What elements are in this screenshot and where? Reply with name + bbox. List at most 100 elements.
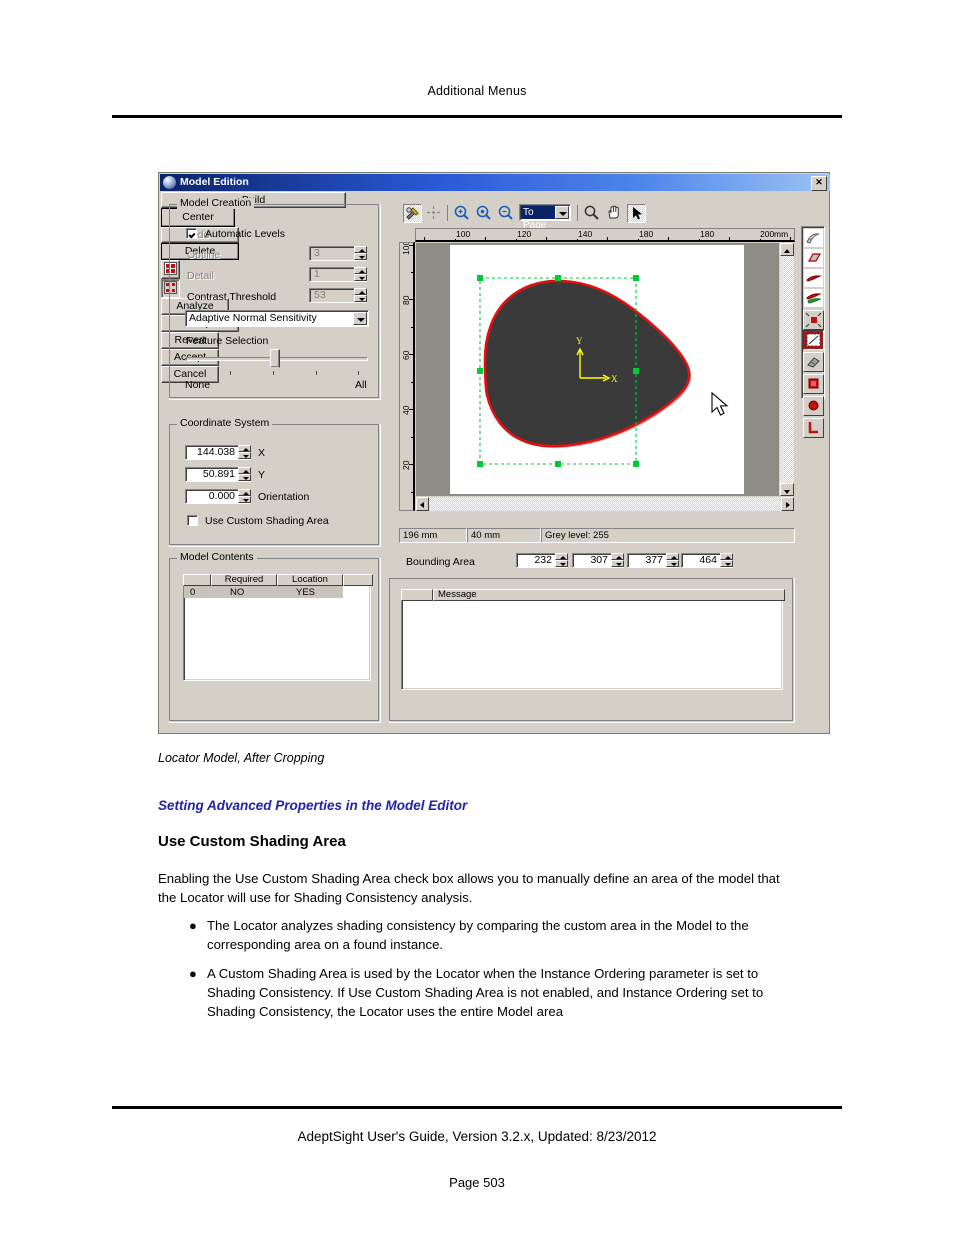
scroll-up-arrow-icon[interactable] — [780, 243, 794, 256]
bounding-area-value-1[interactable]: 232 — [516, 553, 555, 568]
use-custom-shading-area-checkbox[interactable] — [187, 515, 198, 526]
dialog-client-area: Model Creation Automatic Levels Outline … — [161, 192, 829, 733]
chevron-down-icon[interactable] — [353, 312, 367, 325]
coord-x-spin-arrows[interactable] — [238, 445, 251, 460]
crosshair-icon[interactable] — [425, 204, 444, 223]
bounding-area-value-3[interactable]: 377 — [627, 553, 666, 568]
arrow-select-icon[interactable] — [627, 204, 646, 223]
bounding-area-field-2[interactable]: 307 — [572, 553, 624, 568]
selection-marquee-icon[interactable] — [803, 330, 824, 350]
model-edition-dialog: Model Edition ✕ Model Creation Automatic… — [158, 172, 830, 734]
messages-col-0[interactable] — [401, 589, 433, 601]
scroll-left-arrow-icon[interactable] — [416, 497, 429, 511]
coord-x-stepper[interactable]: 144.038 — [185, 445, 251, 460]
coord-y-spin-arrows[interactable] — [238, 467, 251, 482]
messages-list[interactable]: Message — [401, 589, 785, 690]
model-contents-list[interactable]: Required Location 0 NO YES — [183, 574, 373, 681]
bounding-area-spin-4[interactable] — [720, 553, 733, 568]
red-solid-shape-icon[interactable] — [803, 268, 824, 288]
coord-y-label: Y — [258, 469, 266, 481]
hand-pan-icon[interactable] — [605, 204, 624, 223]
list-item-text: The Locator analyzes shading consistency… — [207, 918, 749, 952]
resize-handles-icon[interactable] — [803, 310, 824, 330]
orientation-value[interactable]: 0.000 — [185, 489, 238, 504]
tools-icon[interactable] — [403, 204, 422, 223]
messages-col-message[interactable]: Message — [433, 589, 785, 601]
orientation-label: Orientation — [258, 491, 310, 503]
coord-y-stepper[interactable]: 50.891 — [185, 467, 251, 482]
model-shape-svg: Y X — [477, 275, 729, 467]
coord-y-value[interactable]: 50.891 — [185, 467, 238, 482]
bounding-area-value-4[interactable]: 464 — [681, 553, 720, 568]
zoom-in-icon[interactable] — [453, 204, 472, 223]
canvas-vertical-scrollbar[interactable] — [780, 243, 794, 496]
row-location: YES — [296, 587, 316, 598]
model-contents-col-location[interactable]: Location — [277, 574, 343, 586]
contrast-threshold-spin-arrows[interactable] — [354, 288, 367, 303]
fit-mode-chevron-down-icon[interactable] — [555, 206, 569, 219]
contrast-threshold-stepper[interactable]: 53 — [309, 288, 367, 303]
shape-with-shadow-icon[interactable] — [803, 288, 824, 308]
coordinate-system-group-label: Coordinate System — [177, 418, 273, 429]
coord-x-label: X — [258, 447, 266, 459]
feature-selection-label: Feature Selection — [186, 335, 269, 347]
detail-spin-arrows[interactable] — [354, 267, 367, 282]
parallelogram-icon[interactable] — [803, 248, 824, 268]
freehand-shape-icon[interactable] — [803, 228, 824, 248]
detail-stepper[interactable]: 1 — [309, 267, 367, 282]
bounding-area-spin-3[interactable] — [666, 553, 679, 568]
bullet-list: ● The Locator analyzes shading consisten… — [185, 916, 800, 1031]
bullet-dot-icon: ● — [189, 918, 197, 933]
model-contents-col-3[interactable] — [343, 574, 373, 586]
outline-spin-arrows[interactable] — [354, 246, 367, 261]
bounding-area-spin-2[interactable] — [611, 553, 624, 568]
zoom-out-icon[interactable] — [497, 204, 516, 223]
orientation-stepper[interactable]: 0.000 — [185, 489, 251, 504]
detail-value[interactable]: 1 — [309, 267, 354, 282]
bullet-dot-icon: ● — [189, 966, 197, 981]
scroll-right-arrow-icon[interactable] — [781, 497, 794, 511]
close-icon[interactable]: ✕ — [811, 176, 827, 191]
row-index: 0 — [190, 587, 196, 598]
scroll-down-arrow-icon[interactable] — [780, 483, 794, 496]
use-custom-shading-area-label: Use Custom Shading Area — [205, 515, 329, 527]
model-contents-col-0[interactable] — [183, 574, 211, 586]
fit-mode-dropdown[interactable]: To Page — [519, 204, 571, 231]
table-row[interactable]: 0 NO YES — [184, 586, 343, 598]
slider-min-label: None — [185, 379, 211, 391]
list-item: ● The Locator analyzes shading consisten… — [185, 916, 800, 954]
outline-stepper[interactable]: 3 — [309, 246, 367, 261]
automatic-levels-checkbox[interactable] — [186, 228, 197, 239]
horizontal-ruler: 100 120 140 180 180 200 mm — [415, 228, 795, 242]
eraser-icon[interactable] — [803, 352, 824, 372]
sensitivity-dropdown[interactable]: Adaptive Normal Sensitivity — [185, 310, 369, 327]
automatic-levels-label: Automatic Levels — [205, 228, 285, 240]
canvas-horizontal-scrollbar[interactable] — [416, 497, 794, 511]
axis-y-label: Y — [576, 336, 583, 346]
app-logo-icon — [163, 176, 176, 189]
circle-region-icon[interactable] — [803, 396, 824, 416]
magnifier-icon[interactable] — [583, 204, 602, 223]
orientation-spin-arrows[interactable] — [238, 489, 251, 504]
toolbar-separator-2 — [577, 205, 578, 221]
outline-value[interactable]: 3 — [309, 246, 354, 261]
coord-x-value[interactable]: 144.038 — [185, 445, 238, 460]
zoom-actual-icon[interactable] — [475, 204, 494, 223]
slider-max-label: All — [355, 379, 367, 391]
sensitivity-value: Adaptive Normal Sensitivity — [189, 312, 317, 324]
bounding-area-field-1[interactable]: 232 — [516, 553, 568, 568]
feature-selection-slider-thumb[interactable] — [270, 349, 280, 373]
contrast-threshold-value[interactable]: 53 — [309, 288, 354, 303]
toolbar-separator — [447, 205, 448, 221]
bounding-area-field-3[interactable]: 377 — [627, 553, 679, 568]
model-contents-col-required[interactable]: Required — [211, 574, 277, 586]
bounding-area-spin-1[interactable] — [555, 553, 568, 568]
bounding-area-value-2[interactable]: 307 — [572, 553, 611, 568]
bounding-area-field-4[interactable]: 464 — [681, 553, 733, 568]
image-canvas[interactable]: Y X — [416, 243, 779, 496]
square-region-icon[interactable] — [803, 374, 824, 394]
angle-measure-icon[interactable] — [803, 418, 824, 438]
status-cell-grey-level: Grey level: 255 — [541, 528, 795, 543]
row-required: NO — [230, 587, 245, 598]
dialog-titlebar: Model Edition ✕ — [160, 174, 830, 191]
